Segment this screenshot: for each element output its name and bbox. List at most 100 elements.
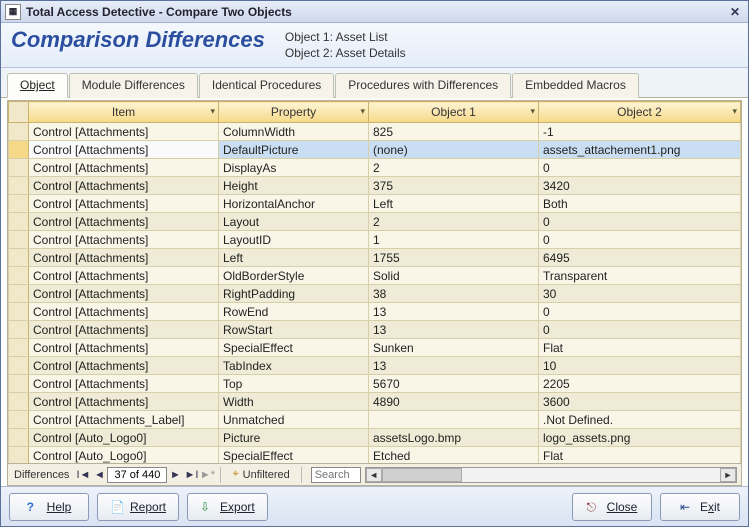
exit-button[interactable]: ⇤Exit: [660, 493, 740, 521]
table-row[interactable]: Control [Attachments]RowEnd130: [9, 303, 741, 321]
cell[interactable]: Etched: [369, 447, 539, 465]
row-selector[interactable]: [9, 141, 29, 159]
tab-object[interactable]: Object: [7, 73, 68, 98]
close-button[interactable]: ⎋Close: [572, 493, 652, 521]
cell[interactable]: HorizontalAnchor: [219, 195, 369, 213]
row-selector[interactable]: [9, 321, 29, 339]
cell[interactable]: SpecialEffect: [219, 339, 369, 357]
cell[interactable]: 2205: [539, 375, 741, 393]
cell[interactable]: 0: [539, 303, 741, 321]
cell[interactable]: Control [Attachments]: [29, 195, 219, 213]
cell[interactable]: Control [Attachments]: [29, 339, 219, 357]
table-row[interactable]: Control [Auto_Logo0]PictureassetsLogo.bm…: [9, 429, 741, 447]
row-selector[interactable]: [9, 375, 29, 393]
table-row[interactable]: Control [Attachments]DisplayAs20: [9, 159, 741, 177]
cell[interactable]: Transparent: [539, 267, 741, 285]
cell[interactable]: Control [Attachments]: [29, 267, 219, 285]
cell[interactable]: LayoutID: [219, 231, 369, 249]
table-row[interactable]: Control [Attachments]TabIndex1310: [9, 357, 741, 375]
chevron-down-icon[interactable]: ▾: [732, 106, 737, 117]
row-selector[interactable]: [9, 177, 29, 195]
cell[interactable]: SpecialEffect: [219, 447, 369, 465]
cell[interactable]: 10: [539, 357, 741, 375]
table-row[interactable]: Control [Attachments]ColumnWidth825-1: [9, 123, 741, 141]
row-selector[interactable]: [9, 357, 29, 375]
col-item[interactable]: Item▾: [29, 102, 219, 123]
table-row[interactable]: Control [Attachments]Left17556495: [9, 249, 741, 267]
cell[interactable]: Control [Attachments]: [29, 357, 219, 375]
cell[interactable]: Control [Attachments]: [29, 321, 219, 339]
col-object2[interactable]: Object 2▾: [539, 102, 741, 123]
cell[interactable]: Control [Attachments]: [29, 375, 219, 393]
cell[interactable]: -1: [539, 123, 741, 141]
cell[interactable]: 3420: [539, 177, 741, 195]
row-selector[interactable]: [9, 447, 29, 465]
scroll-right-button[interactable]: ►: [720, 468, 736, 482]
cell[interactable]: Control [Attachments]: [29, 177, 219, 195]
export-button[interactable]: ⇩Export: [187, 493, 268, 521]
cell[interactable]: Both: [539, 195, 741, 213]
cell[interactable]: OldBorderStyle: [219, 267, 369, 285]
scroll-left-button[interactable]: ◄: [366, 468, 382, 482]
table-row[interactable]: Control [Attachments]Height3753420: [9, 177, 741, 195]
table-row[interactable]: Control [Attachments]Layout20: [9, 213, 741, 231]
nav-next-button[interactable]: ►: [167, 467, 183, 483]
cell[interactable]: RowStart: [219, 321, 369, 339]
cell[interactable]: Control [Attachments]: [29, 231, 219, 249]
table-row[interactable]: Control [Attachments_Label]Unmatched.Not…: [9, 411, 741, 429]
cell[interactable]: 38: [369, 285, 539, 303]
row-selector[interactable]: [9, 285, 29, 303]
row-selector[interactable]: [9, 303, 29, 321]
cell[interactable]: logo_assets.png: [539, 429, 741, 447]
cell[interactable]: assets_attachement1.png: [539, 141, 741, 159]
row-selector[interactable]: [9, 429, 29, 447]
window-close-button[interactable]: ✕: [726, 4, 744, 20]
cell[interactable]: [369, 411, 539, 429]
cell[interactable]: Top: [219, 375, 369, 393]
cell[interactable]: ColumnWidth: [219, 123, 369, 141]
scroll-thumb[interactable]: [382, 468, 462, 482]
row-selector[interactable]: [9, 339, 29, 357]
cell[interactable]: 2: [369, 213, 539, 231]
tab-procedures-with-differences[interactable]: Procedures with Differences: [335, 73, 511, 98]
tab-module-differences[interactable]: Module Differences: [69, 73, 198, 98]
cell[interactable]: 0: [539, 159, 741, 177]
cell[interactable]: 2: [369, 159, 539, 177]
nav-position-input[interactable]: [107, 467, 167, 483]
cell[interactable]: RowEnd: [219, 303, 369, 321]
cell[interactable]: Flat: [539, 447, 741, 465]
differences-grid[interactable]: Item▾ Property▾ Object 1▾ Object 2▾ Cont…: [7, 100, 742, 464]
filter-status[interactable]: ⌖ Unfiltered: [226, 468, 295, 481]
cell[interactable]: DefaultPicture: [219, 141, 369, 159]
cell[interactable]: 5670: [369, 375, 539, 393]
horizontal-scrollbar[interactable]: ◄ ►: [365, 467, 737, 483]
chevron-down-icon[interactable]: ▾: [210, 106, 215, 117]
cell[interactable]: Sunken: [369, 339, 539, 357]
nav-prev-button[interactable]: ◄: [91, 467, 107, 483]
table-row[interactable]: Control [Attachments]Top56702205: [9, 375, 741, 393]
cell[interactable]: 825: [369, 123, 539, 141]
nav-new-button[interactable]: ►*: [199, 467, 215, 483]
row-selector[interactable]: [9, 213, 29, 231]
tab-identical-procedures[interactable]: Identical Procedures: [199, 73, 334, 98]
row-selector[interactable]: [9, 231, 29, 249]
cell[interactable]: Control [Attachments]: [29, 159, 219, 177]
help-button[interactable]: ?Help: [9, 493, 89, 521]
col-property[interactable]: Property▾: [219, 102, 369, 123]
row-selector[interactable]: [9, 123, 29, 141]
chevron-down-icon[interactable]: ▾: [530, 106, 535, 117]
cell[interactable]: 1: [369, 231, 539, 249]
table-row[interactable]: Control [Attachments]DefaultPicture(none…: [9, 141, 741, 159]
cell[interactable]: (none): [369, 141, 539, 159]
table-row[interactable]: Control [Attachments]OldBorderStyleSolid…: [9, 267, 741, 285]
cell[interactable]: RightPadding: [219, 285, 369, 303]
col-object1[interactable]: Object 1▾: [369, 102, 539, 123]
cell[interactable]: Picture: [219, 429, 369, 447]
row-selector[interactable]: [9, 159, 29, 177]
nav-last-button[interactable]: ►I: [183, 467, 199, 483]
cell[interactable]: 3600: [539, 393, 741, 411]
table-row[interactable]: Control [Attachments]RowStart130: [9, 321, 741, 339]
nav-first-button[interactable]: I◄: [75, 467, 91, 483]
cell[interactable]: Height: [219, 177, 369, 195]
cell[interactable]: Solid: [369, 267, 539, 285]
